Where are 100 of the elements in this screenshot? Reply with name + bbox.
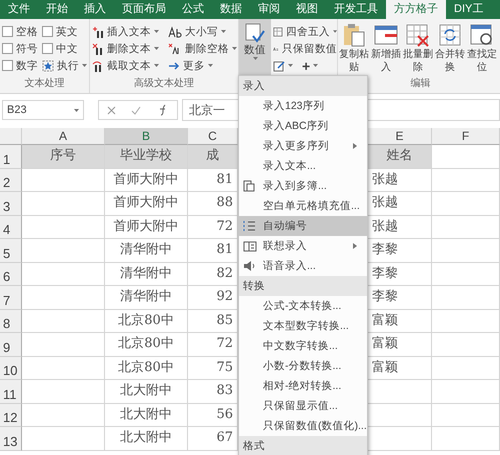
- ribbon-button[interactable]: 复制粘贴: [338, 19, 370, 77]
- menu-section-title: 转换: [239, 276, 367, 296]
- arrow-right-icon: [168, 60, 180, 72]
- table-cell: 北大附中: [105, 380, 188, 404]
- row-number: 7: [0, 286, 22, 310]
- speaker-icon: [243, 260, 255, 272]
- submenu-arrow-icon: [353, 243, 357, 249]
- checkbox[interactable]: 数字: [2, 58, 42, 72]
- table-cell: 首师大附中: [105, 168, 188, 192]
- menu-item[interactable]: 录入123序列: [239, 96, 367, 116]
- table-cell: 李黎: [368, 262, 432, 286]
- menu-item[interactable]: 小数-分数转换...: [239, 356, 367, 376]
- table-cell: 成: [188, 145, 238, 168]
- table-cell: 83: [188, 380, 238, 404]
- column-header[interactable]: B: [105, 128, 188, 145]
- menu-item[interactable]: 自动编号: [239, 216, 367, 236]
- table-cell: 56: [188, 404, 238, 427]
- ribbon-button[interactable]: 删除文本: [92, 42, 168, 56]
- star-icon: [42, 60, 54, 72]
- table-cell: 清华附中: [105, 286, 188, 310]
- table-cell: 李黎: [368, 239, 432, 262]
- menu-item[interactable]: 公式-文本转换...: [239, 296, 367, 316]
- column-header[interactable]: F: [432, 128, 500, 145]
- round-button[interactable]: 四舍五入: [273, 24, 337, 38]
- row-number: 2: [0, 168, 22, 192]
- table-cell: 82: [188, 262, 238, 286]
- table-cell: 姓名: [368, 145, 432, 168]
- table-cell: 毕业学校: [105, 145, 188, 168]
- check-icon: [131, 106, 142, 114]
- menu-item[interactable]: 中文数字转换...: [239, 336, 367, 356]
- ribbon-button[interactable]: 删除空格: [168, 42, 238, 56]
- menu-item[interactable]: 只保留显示值...: [239, 396, 367, 416]
- ribbon-tab[interactable]: 文件: [0, 0, 38, 19]
- ribbon-tab[interactable]: 视图: [288, 0, 326, 19]
- group-label: 文本处理: [24, 77, 66, 91]
- menu-item[interactable]: 录入ABC序列: [239, 116, 367, 136]
- column-header[interactable]: C: [188, 128, 238, 145]
- table-cell: 李黎: [368, 286, 432, 310]
- ribbon-tab[interactable]: 插入: [76, 0, 114, 19]
- menu-item[interactable]: 语音录入...: [239, 256, 367, 276]
- table-cell: 富颖: [368, 333, 432, 356]
- column-header[interactable]: A: [22, 128, 105, 145]
- caret-icon[interactable]: [288, 64, 293, 67]
- ribbon-tab[interactable]: 公式: [174, 0, 212, 19]
- ribbon-tab[interactable]: 方方格子: [386, 0, 446, 19]
- case-icon: [168, 26, 182, 38]
- convert-icon: [437, 22, 463, 48]
- ribbon-tab[interactable]: 页面布局: [114, 0, 174, 19]
- clipboard-icon: [341, 22, 367, 48]
- menu-item[interactable]: 相对-绝对转换...: [239, 376, 367, 396]
- table-cell: 85: [188, 310, 238, 333]
- ribbon-button[interactable]: 更多: [168, 58, 238, 72]
- menu-item[interactable]: 只保留数值(数值化)...: [239, 416, 367, 436]
- ribbon-tab[interactable]: 开发工具: [326, 0, 386, 19]
- group-label: 高级文本处理: [133, 77, 195, 91]
- run-button[interactable]: 执行: [42, 58, 88, 72]
- checkbox[interactable]: 符号: [2, 42, 42, 56]
- edit-icon: [273, 60, 285, 72]
- submenu-arrow-icon: [353, 143, 357, 149]
- column-header[interactable]: E: [368, 128, 432, 145]
- ribbon-button[interactable]: 新增插入: [370, 19, 402, 77]
- row-number: 11: [0, 380, 22, 404]
- group-label: 编辑: [410, 77, 432, 91]
- menu-item[interactable]: 录入到多簿...: [239, 176, 367, 196]
- ribbon-button[interactable]: 插入文本: [92, 24, 168, 38]
- menu-item[interactable]: 录入更多序列: [239, 136, 367, 156]
- caret-icon: [82, 64, 87, 67]
- table-cell: 首师大附中: [105, 192, 188, 216]
- ribbon-button[interactable]: 批量删除: [402, 19, 434, 77]
- row-number: 4: [0, 216, 22, 239]
- table-cell: 清华附中: [105, 262, 188, 286]
- table-cell: 72: [188, 216, 238, 239]
- ribbon-button[interactable]: 大小写: [168, 24, 238, 38]
- ribbon-button[interactable]: 查找定位: [466, 19, 498, 77]
- delete-text-icon: [92, 42, 104, 54]
- ribbon-tab[interactable]: DIY工: [446, 0, 492, 19]
- checkbox[interactable]: 中文: [42, 42, 88, 56]
- table-cell: 北大附中: [105, 427, 188, 450]
- menu-item[interactable]: 文本型数字转换...: [239, 316, 367, 336]
- checkbox[interactable]: 空格: [2, 24, 42, 38]
- insert-text-icon: [92, 26, 104, 38]
- ribbon-tab[interactable]: 审阅: [250, 0, 288, 19]
- caret-icon[interactable]: [313, 64, 318, 67]
- table-cell: 88: [188, 192, 238, 216]
- keep-value-button[interactable]: 只保留数值: [273, 42, 337, 56]
- name-box[interactable]: B23: [2, 100, 84, 120]
- menu-item[interactable]: 联想录入: [239, 236, 367, 256]
- ribbon-tab[interactable]: 数据: [212, 0, 250, 19]
- ribbon-button[interactable]: 截取文本: [92, 58, 168, 72]
- plus-button[interactable]: +: [302, 58, 310, 74]
- value-icon: [244, 22, 266, 44]
- ribbon-tab[interactable]: 开始: [38, 0, 76, 19]
- panel-icon: [243, 240, 257, 252]
- checkbox[interactable]: 英文: [42, 24, 88, 38]
- delete-grid-icon: [405, 22, 431, 48]
- menu-item[interactable]: 录入文本...: [239, 156, 367, 176]
- cut-text-icon: [92, 60, 104, 72]
- menu-item[interactable]: 空白单元格填充值...: [239, 196, 367, 216]
- table-cell: 92: [188, 286, 238, 310]
- ribbon-button[interactable]: 合并转换: [434, 19, 466, 77]
